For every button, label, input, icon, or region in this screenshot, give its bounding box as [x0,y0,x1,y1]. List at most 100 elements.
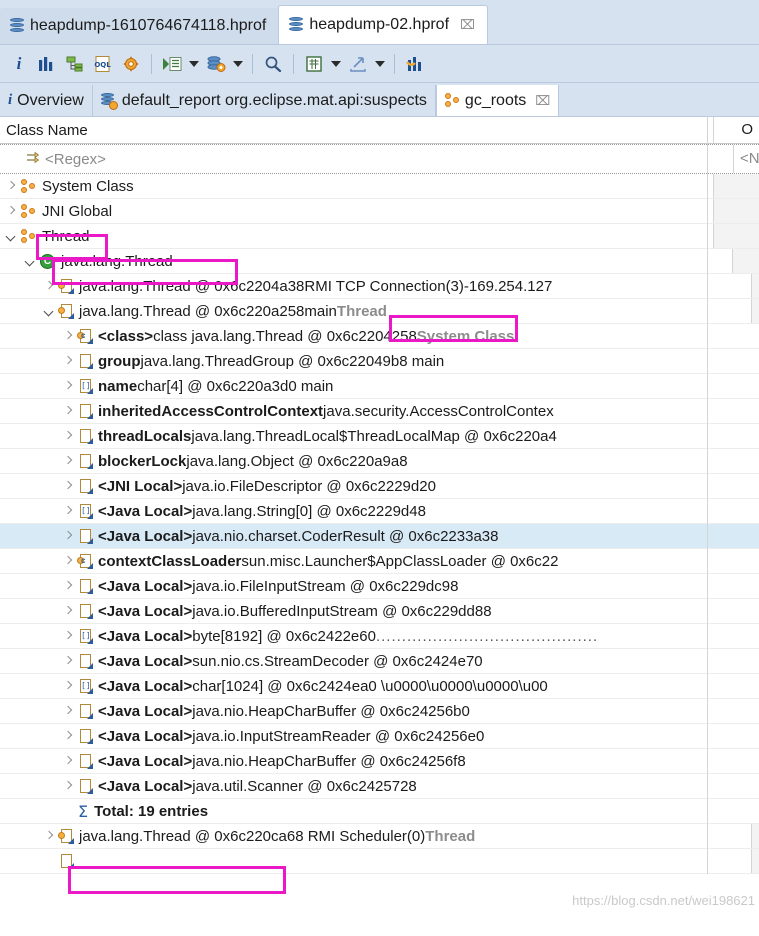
table-row[interactable]: java.lang.Thread @ 0x6c220ca68 RMI Sched… [0,824,759,849]
column-divider[interactable] [707,117,708,874]
chevron-right-icon[interactable] [63,581,74,592]
chevron-right-icon[interactable] [63,431,74,442]
row-text: <Java Local> [98,527,193,545]
cell-class-name [0,849,751,873]
toolbar: i OQL [0,45,759,83]
chevron-right-icon[interactable] [63,631,74,642]
chevron-down-icon[interactable] [25,256,36,267]
row-text: java.lang.String[0] @ 0x6c2229d48 [192,502,426,520]
table-row[interactable]: <Java Local> java.util.Scanner @ 0x6c242… [0,774,759,799]
column-header-objects[interactable]: O [713,117,759,143]
cell-class-name: [] <Java Local> java.lang.String[0] @ 0x6… [0,499,759,523]
run-query-icon[interactable] [159,51,185,77]
close-icon[interactable]: ⌧ [460,17,475,33]
chevron-right-icon[interactable] [63,356,74,367]
editor-tab-heapdump-1[interactable]: heapdump-1610764674118.hprof [0,8,279,44]
table-row[interactable]: Thread [0,224,759,249]
cell-objects [732,249,759,273]
table-row[interactable]: <Java Local> java.io.FileInputStream @ 0… [0,574,759,599]
table-row[interactable]: java.lang.Thread @ 0x6c2204a38 RMI TCP C… [0,274,759,299]
chevron-right-icon[interactable] [63,531,74,542]
inspector-gear-icon[interactable] [118,51,144,77]
chevron-right-icon[interactable] [63,481,74,492]
export-icon[interactable] [345,51,371,77]
table-row[interactable]: <Java Local> java.io.BufferedInputStream… [0,599,759,624]
table-row[interactable]: blockerLock java.lang.Object @ 0x6c220a9… [0,449,759,474]
table-row[interactable]: [] <Java Local> char[1024] @ 0x6c2424ea0 … [0,674,759,699]
array-icon: [] [78,678,93,694]
editor-tab-bar: heapdump-1610764674118.hprof heapdump-02… [0,0,759,45]
close-icon[interactable]: ⌧ [535,93,550,109]
table-row[interactable] [0,849,759,874]
table-row[interactable]: c contextClassLoader sun.misc.Launcher$Ap… [0,549,759,574]
editor-tab-heapdump-2[interactable]: heapdump-02.hprof ⌧ [278,5,488,44]
num-filter-cell[interactable]: <Num [733,145,759,173]
chevron-right-icon[interactable] [63,706,74,717]
table-row[interactable]: Cjava.lang.Thread [0,249,759,274]
info-icon[interactable]: i [6,51,32,77]
chevron-right-icon[interactable] [44,281,55,292]
run-query-dropdown[interactable] [187,51,201,77]
view-tab-gc-roots[interactable]: gc_roots ⌧ [435,85,560,116]
row-text: class java.lang.Thread @ 0x6c2204258 [153,327,417,345]
table-row[interactable]: [] <Java Local> byte[8192] @ 0x6c2422e60 … [0,624,759,649]
table-row[interactable]: [] name char[4] @ 0x6c220a3d0 main [0,374,759,399]
table-row[interactable]: inheritedAccessControlContext java.secur… [0,399,759,424]
chevron-right-icon[interactable] [6,206,17,217]
chevron-right-icon[interactable] [63,381,74,392]
table-row[interactable]: <Java Local> java.nio.HeapCharBuffer @ 0… [0,749,759,774]
table-row[interactable]: <Java Local> java.nio.HeapCharBuffer @ 0… [0,699,759,724]
chevron-right-icon[interactable] [63,506,74,517]
table-row[interactable]: JNI Global [0,199,759,224]
heap-dump-query-dropdown[interactable] [231,51,245,77]
dominator-tree-icon[interactable] [62,51,88,77]
oql-icon[interactable]: OQL [90,51,116,77]
row-text: <Java Local> [98,577,193,595]
chevron-right-icon[interactable] [44,831,55,842]
object-icon [78,653,93,669]
export-dropdown[interactable] [373,51,387,77]
chevron-right-icon[interactable] [63,331,74,342]
view-tab-default-report[interactable]: default_report org.eclipse.mat.api:suspe… [93,85,436,116]
object-icon [78,428,93,444]
row-text: java.lang.ThreadGroup @ 0x6c22049b8 main [140,352,445,370]
table-row[interactable]: <Java Local> sun.nio.cs.StreamDecoder @ … [0,649,759,674]
table-total-row[interactable]: Σ Total: 19 entries [0,799,759,824]
chevron-right-icon[interactable] [63,731,74,742]
gc-roots-table: Class Name O <Regex> <Num System Class JN… [0,117,759,874]
chevron-right-icon[interactable] [63,456,74,467]
table-row[interactable]: c <class> class java.lang.Thread @ 0x6c22… [0,324,759,349]
table-row[interactable]: [] <Java Local> java.lang.String[0] @ 0x6… [0,499,759,524]
chevron-right-icon[interactable] [6,181,17,192]
heap-dump-query-icon[interactable] [203,51,229,77]
regex-filter-cell[interactable]: <Regex> [0,151,733,168]
chevron-right-icon[interactable] [63,781,74,792]
calculate-retained-size-dropdown[interactable] [329,51,343,77]
table-row[interactable]: java.lang.Thread @ 0x6c220a258 main Thre… [0,299,759,324]
calculate-retained-size-icon[interactable] [301,51,327,77]
chevron-down-icon[interactable] [44,306,55,317]
column-header-class-name[interactable]: Class Name [0,122,713,139]
table-row[interactable]: System Class [0,174,759,199]
chevron-right-icon[interactable] [63,681,74,692]
view-tab-label: gc_roots [464,91,527,109]
chevron-right-icon[interactable] [63,606,74,617]
row-text: Thread [425,827,476,845]
table-row[interactable]: <Java Local> java.io.InputStreamReader @… [0,724,759,749]
compare-snapshot-icon[interactable] [402,51,428,77]
chevron-right-icon[interactable] [63,406,74,417]
table-row[interactable]: group java.lang.ThreadGroup @ 0x6c22049b… [0,349,759,374]
cell-class-name: java.lang.Thread @ 0x6c220a258 main Thre… [0,299,751,323]
chevron-right-icon[interactable] [63,756,74,767]
table-row[interactable]: <Java Local> java.nio.charset.CoderResul… [0,524,759,549]
histogram-icon[interactable] [34,51,60,77]
table-row[interactable]: <JNI Local> java.io.FileDescriptor @ 0x6… [0,474,759,499]
chevron-right-icon[interactable] [63,556,74,567]
table-row[interactable]: threadLocals java.lang.ThreadLocal$Threa… [0,424,759,449]
chevron-right-icon[interactable] [63,656,74,667]
search-icon[interactable] [260,51,286,77]
cell-class-name: threadLocals java.lang.ThreadLocal$Threa… [0,424,759,448]
chevron-down-icon[interactable] [6,231,17,242]
view-tab-overview[interactable]: i Overview [0,85,93,116]
